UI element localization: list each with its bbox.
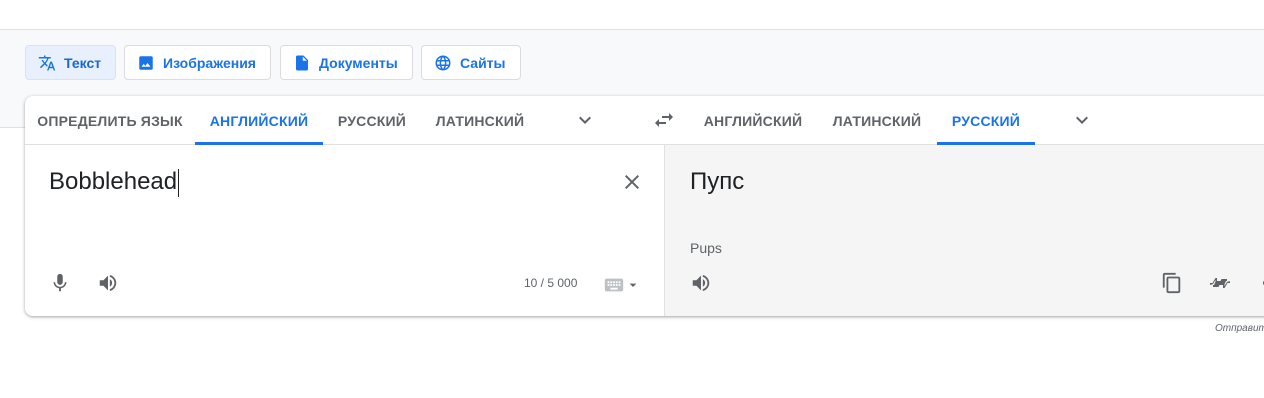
translation-text: Пупс	[690, 168, 745, 195]
close-icon	[625, 175, 639, 189]
mic-icon	[53, 273, 67, 292]
transliteration-text: Pups	[690, 240, 722, 256]
source-text: Bobblehead	[49, 168, 178, 195]
language-bar: ОПРЕДЕЛИТЬ ЯЗЫК АНГЛИЙСКИЙ РУССКИЙ ЛАТИН…	[25, 96, 1264, 145]
swap-icon	[655, 113, 673, 127]
voice-input-button[interactable]	[48, 271, 72, 295]
source-panel: Bobblehead 10 / 5 000	[25, 145, 665, 316]
tab-label: РУССКИЙ	[337, 112, 407, 129]
rate-translation-button[interactable]	[1208, 271, 1232, 295]
clear-source-button[interactable]	[620, 170, 644, 194]
translate-icon	[38, 55, 56, 70]
mode-label: Изображения	[163, 54, 256, 71]
document-icon	[296, 55, 308, 70]
copy-translation-button[interactable]	[1160, 271, 1184, 295]
mode-documents-button[interactable]: Документы	[280, 45, 413, 80]
input-tools-button[interactable]	[599, 275, 645, 295]
tab-detect-language[interactable]: ОПРЕДЕЛИТЬ ЯЗЫК	[25, 96, 195, 145]
tab-source-latin[interactable]: ЛАТИНСКИЙ	[421, 96, 539, 145]
share-translation-button[interactable]	[1260, 271, 1264, 295]
speaker-icon	[99, 274, 117, 292]
character-counter: 10 / 5 000	[524, 276, 578, 290]
globe-icon	[435, 55, 451, 70]
tab-label: ЛАТИНСКИЙ	[832, 112, 922, 129]
target-more-languages-button[interactable]	[1070, 108, 1094, 132]
tab-label: ЛАТИНСКИЙ	[435, 112, 525, 129]
share-icon	[1262, 280, 1264, 286]
tab-target-russian[interactable]: РУССКИЙ	[937, 96, 1035, 145]
send-feedback-link[interactable]: Отправит	[1215, 323, 1264, 334]
keyboard-icon	[604, 278, 624, 292]
swap-languages-button[interactable]	[652, 108, 676, 132]
tab-label: АНГЛИЙСКИЙ	[209, 112, 309, 129]
tab-label: АНГЛИЙСКИЙ	[703, 112, 803, 129]
source-text-input[interactable]: Bobblehead	[49, 167, 180, 197]
listen-source-button[interactable]	[96, 271, 120, 295]
speaker-icon	[692, 274, 710, 292]
mode-label: Документы	[319, 54, 398, 71]
rate-icon	[1210, 278, 1230, 288]
chevron-down-icon	[629, 283, 637, 287]
mode-sites-button[interactable]: Сайты	[421, 45, 521, 80]
tab-label: ОПРЕДЕЛИТЬ ЯЗЫК	[37, 112, 183, 129]
chevron-down-icon	[1076, 116, 1088, 124]
tab-target-latin[interactable]: ЛАТИНСКИЙ	[817, 96, 937, 145]
translator-card: ОПРЕДЕЛИТЬ ЯЗЫК АНГЛИЙСКИЙ РУССКИЙ ЛАТИН…	[25, 96, 1264, 316]
tab-label: РУССКИЙ	[951, 112, 1021, 129]
mode-label: Сайты	[460, 54, 506, 71]
listen-translation-button[interactable]	[689, 271, 713, 295]
mode-text-button[interactable]: Текст	[25, 45, 117, 80]
tab-target-english[interactable]: АНГЛИЙСКИЙ	[689, 96, 817, 145]
chevron-down-icon	[579, 116, 591, 124]
tab-source-english[interactable]: АНГЛИЙСКИЙ	[195, 96, 323, 145]
image-icon	[139, 55, 153, 70]
source-more-languages-button[interactable]	[573, 108, 597, 132]
top-bar	[0, 0, 1264, 30]
copy-icon	[1162, 272, 1181, 294]
text-caret	[178, 168, 180, 197]
mode-images-button[interactable]: Изображения	[124, 45, 271, 80]
mode-label: Текст	[64, 54, 102, 71]
target-panel: Пупс Pups	[665, 145, 1264, 316]
tab-source-russian[interactable]: РУССКИЙ	[323, 96, 421, 145]
